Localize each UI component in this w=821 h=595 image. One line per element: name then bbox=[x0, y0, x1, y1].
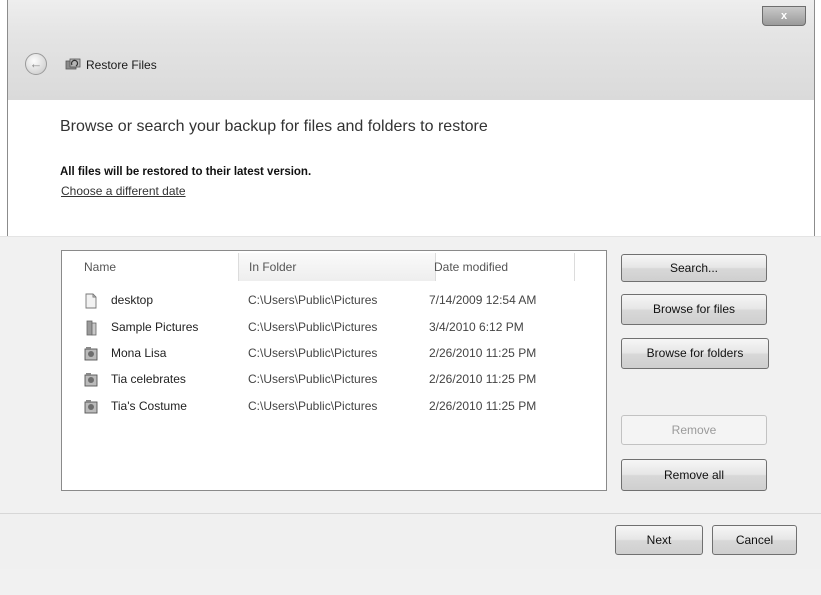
window-title: Restore Files bbox=[86, 58, 157, 72]
file-name: desktop bbox=[111, 293, 154, 307]
file-date: 7/14/2009 12:54 AM bbox=[429, 293, 537, 307]
table-row[interactable]: Tia celebrates C:\Users\Public\Pictures … bbox=[62, 369, 592, 391]
close-button[interactable]: x bbox=[762, 6, 806, 26]
choose-date-link[interactable]: Choose a different date bbox=[61, 184, 186, 198]
file-list[interactable]: Name In Folder Date modified desktop C:\… bbox=[61, 250, 607, 491]
table-row[interactable]: Sample Pictures C:\Users\Public\Pictures… bbox=[62, 317, 592, 339]
folder-icon bbox=[86, 320, 97, 336]
browse-for-files-button[interactable]: Browse for files bbox=[621, 294, 767, 325]
file-date: 2/26/2010 11:25 PM bbox=[429, 399, 537, 413]
file-date: 3/4/2010 6:12 PM bbox=[429, 320, 524, 334]
file-icon bbox=[85, 293, 97, 309]
cancel-button[interactable]: Cancel bbox=[712, 525, 797, 555]
file-name: Tia celebrates bbox=[111, 372, 186, 386]
image-icon bbox=[84, 400, 98, 414]
file-name: Tia's Costume bbox=[111, 399, 187, 413]
restore-files-icon bbox=[65, 58, 81, 70]
remove-all-button[interactable]: Remove all bbox=[621, 459, 767, 491]
remove-button[interactable]: Remove bbox=[621, 415, 767, 445]
file-date: 2/26/2010 11:25 PM bbox=[429, 346, 537, 360]
image-icon bbox=[84, 347, 98, 361]
browse-for-folders-button[interactable]: Browse for folders bbox=[621, 338, 769, 369]
file-folder: C:\Users\Public\Pictures bbox=[248, 293, 378, 307]
file-name: Sample Pictures bbox=[111, 320, 199, 334]
file-date: 2/26/2010 11:25 PM bbox=[429, 372, 537, 386]
next-button[interactable]: Next bbox=[615, 525, 703, 555]
restore-note: All files will be restored to their late… bbox=[60, 166, 312, 178]
file-folder: C:\Users\Public\Pictures bbox=[248, 399, 378, 413]
title-bar: x ← Restore Files bbox=[8, 0, 814, 100]
file-folder: C:\Users\Public\Pictures bbox=[248, 372, 378, 386]
column-header-name[interactable]: Name bbox=[84, 253, 116, 281]
column-header-folder[interactable]: In Folder bbox=[238, 253, 436, 281]
file-folder: C:\Users\Public\Pictures bbox=[248, 346, 378, 360]
table-row[interactable]: Mona Lisa C:\Users\Public\Pictures 2/26/… bbox=[62, 343, 592, 365]
file-name: Mona Lisa bbox=[111, 346, 167, 360]
file-folder: C:\Users\Public\Pictures bbox=[248, 320, 378, 334]
image-icon bbox=[84, 373, 98, 387]
table-row[interactable]: desktop C:\Users\Public\Pictures 7/14/20… bbox=[62, 290, 592, 312]
table-row[interactable]: Tia's Costume C:\Users\Public\Pictures 2… bbox=[62, 396, 592, 418]
back-arrow-icon[interactable]: ← bbox=[25, 53, 47, 75]
page-heading: Browse or search your backup for files a… bbox=[60, 118, 488, 135]
search-button[interactable]: Search... bbox=[621, 254, 767, 282]
column-header-date[interactable]: Date modified bbox=[434, 253, 575, 281]
